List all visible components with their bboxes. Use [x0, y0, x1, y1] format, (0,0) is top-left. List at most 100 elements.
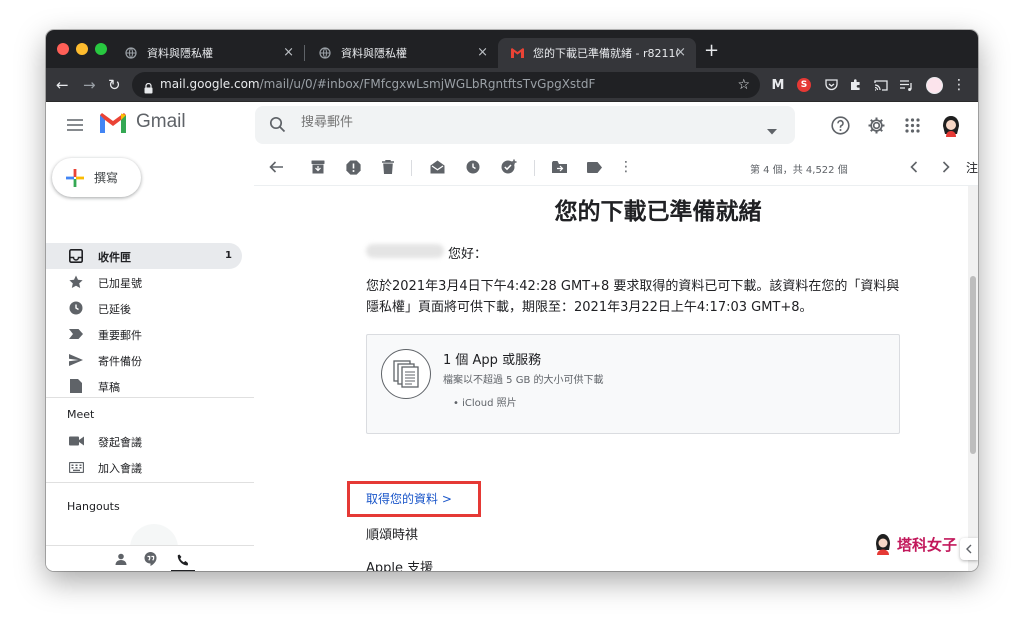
zoom-window-button[interactable]	[95, 43, 107, 55]
meet-join-meeting[interactable]: 加入會議	[46, 454, 242, 480]
sidebar: 撰寫 收件匣 1 已加星號 已延後 重要郵件 寄件備份 草稿 Meet 發起會議…	[46, 148, 254, 571]
tab-title: 資料與隱私權	[147, 47, 213, 60]
meet-start-meeting[interactable]: 發起會議	[46, 428, 242, 454]
sidebar-item-important[interactable]: 重要郵件	[46, 321, 242, 347]
compose-button[interactable]: 撰寫	[52, 158, 141, 197]
hangouts-heading: Hangouts	[67, 500, 120, 513]
toolbar-divider	[411, 160, 412, 176]
search-bar[interactable]	[255, 106, 795, 144]
card-list-item: • iCloud 照片	[453, 398, 517, 409]
contacts-person-icon[interactable]	[112, 550, 130, 568]
cast-icon[interactable]	[873, 77, 889, 93]
delete-trash-icon[interactable]	[380, 159, 396, 175]
more-options-icon[interactable]: ⋮	[618, 159, 634, 175]
newer-chevron-icon[interactable]	[906, 159, 922, 175]
watermark-text: 塔科女子	[897, 535, 958, 554]
lock-icon	[144, 79, 153, 98]
hangouts-bottom-bar	[46, 545, 254, 571]
message-toolbar: ⋮ 第 4 個，共 4,522 個 注	[254, 148, 978, 186]
browser-tab-1[interactable]: 資料與隱私權 ×	[112, 38, 304, 68]
globe-icon	[124, 46, 138, 60]
email-greeting: 您好：	[448, 247, 488, 262]
tab-strip: 資料與隱私權 × 資料與隱私權 × 您的下載已準備就緒 - r8211035 ×…	[46, 30, 978, 68]
phone-icon[interactable]	[171, 550, 195, 571]
gmail-favicon-icon	[510, 46, 524, 60]
url-host: mail.google.com	[160, 77, 260, 91]
account-avatar[interactable]	[939, 113, 963, 137]
reload-icon[interactable]: ↻	[108, 76, 121, 94]
card-subtitle: 檔案以不超過 5 GB 的大小可供下載	[443, 375, 604, 386]
address-bar[interactable]: mail.google.com/mail/u/0/#inbox/FMfcgxwL…	[132, 72, 760, 98]
close-window-button[interactable]	[57, 43, 69, 55]
older-chevron-icon[interactable]	[938, 159, 954, 175]
extensions-puzzle-icon[interactable]	[848, 77, 864, 93]
gmail-logo[interactable]: Gmail	[98, 111, 186, 133]
globe-icon	[318, 46, 332, 60]
url-path: /mail/u/0/#inbox/FMfcgxwLsmjWGLbRgntftsT…	[259, 77, 596, 91]
snooze-clock-icon[interactable]	[465, 159, 481, 175]
toolbar-divider	[534, 160, 535, 176]
profile-avatar[interactable]	[925, 76, 943, 94]
input-tools-button[interactable]: 注	[966, 159, 978, 175]
search-options-icon[interactable]	[767, 120, 777, 139]
browser-tab-2[interactable]: 資料與隱私權 ×	[306, 38, 498, 68]
close-tab-icon[interactable]: ×	[675, 46, 686, 59]
settings-gear-icon[interactable]	[865, 114, 887, 136]
extension-m-icon[interactable]: M	[770, 77, 786, 93]
help-icon[interactable]	[829, 114, 851, 136]
gmail-m-icon	[100, 113, 126, 133]
sidebar-item-starred[interactable]: 已加星號	[46, 269, 242, 295]
move-to-folder-icon[interactable]	[551, 159, 567, 175]
apps-grid-icon[interactable]	[901, 114, 923, 136]
browser-window: 資料與隱私權 × 資料與隱私權 × 您的下載已準備就緒 - r8211035 ×…	[46, 30, 978, 571]
email-closing: 順頌時祺	[366, 528, 419, 543]
get-your-data-link[interactable]: 取得您的資料 >	[366, 490, 452, 507]
side-panel-toggle-chevron-icon[interactable]	[960, 538, 978, 560]
sidebar-item-drafts[interactable]: 草稿	[46, 373, 242, 399]
sidebar-item-label: 重要郵件	[98, 329, 142, 342]
email-body-text: 您於2021年3月4日下午4:42:28 GMT+8 要求取得的資料已可下載。該…	[366, 279, 900, 315]
email-title: 您的下載已準備就緒	[554, 199, 762, 225]
archive-icon[interactable]	[310, 159, 326, 175]
forward-arrow-icon[interactable]: →	[83, 76, 96, 94]
gmail-header: Gmail	[46, 102, 978, 148]
documents-icon	[381, 349, 431, 399]
minimize-window-button[interactable]	[76, 43, 88, 55]
download-summary-card: 1 個 App 或服務 檔案以不超過 5 GB 的大小可供下載 • iCloud…	[366, 334, 900, 434]
scrollbar-thumb[interactable]	[970, 276, 976, 454]
hangouts-chat-icon[interactable]	[141, 550, 159, 568]
unread-count: 1	[225, 250, 232, 261]
watermark-girl-icon	[876, 534, 890, 555]
pagination-info: 第 4 個，共 4,522 個	[750, 165, 848, 176]
watermark: 塔科女子	[874, 533, 957, 555]
sidebar-item-sent[interactable]: 寄件備份	[46, 347, 242, 373]
media-queue-icon[interactable]	[898, 77, 914, 93]
video-camera-icon	[68, 433, 84, 449]
main-menu-icon[interactable]	[67, 116, 83, 135]
sidebar-divider	[46, 482, 254, 483]
bookmark-star-icon[interactable]: ☆	[737, 77, 750, 93]
browser-menu-icon[interactable]: ⋮	[952, 77, 966, 93]
card-list-item-label: iCloud 照片	[462, 398, 517, 409]
message-body: 您的下載已準備就緒 您好： 您於2021年3月4日下午4:42:28 GMT+8…	[254, 186, 968, 571]
close-tab-icon[interactable]: ×	[283, 46, 294, 59]
sidebar-item-label: 收件匣	[98, 251, 131, 264]
sidebar-item-snoozed[interactable]: 已延後	[46, 295, 242, 321]
report-spam-icon[interactable]	[345, 159, 361, 175]
tab-title: 您的下載已準備就緒 - r8211035	[533, 47, 678, 60]
back-arrow-icon[interactable]: ←	[56, 76, 69, 94]
mark-unread-icon[interactable]	[429, 159, 445, 175]
search-input[interactable]	[301, 115, 721, 130]
add-to-tasks-icon[interactable]	[501, 159, 517, 175]
browser-tab-active[interactable]: 您的下載已準備就緒 - r8211035 ×	[498, 38, 696, 68]
star-icon	[68, 274, 84, 290]
extension-s-icon[interactable]: S	[796, 77, 812, 93]
scrollbar[interactable]	[968, 186, 978, 571]
back-to-inbox-icon[interactable]	[268, 159, 284, 175]
search-icon[interactable]	[269, 116, 286, 137]
sidebar-item-inbox[interactable]: 收件匣 1	[46, 243, 242, 269]
pocket-icon[interactable]	[823, 77, 839, 93]
label-tag-icon[interactable]	[586, 159, 602, 175]
close-tab-icon[interactable]: ×	[477, 46, 488, 59]
new-tab-button[interactable]: +	[704, 40, 719, 61]
